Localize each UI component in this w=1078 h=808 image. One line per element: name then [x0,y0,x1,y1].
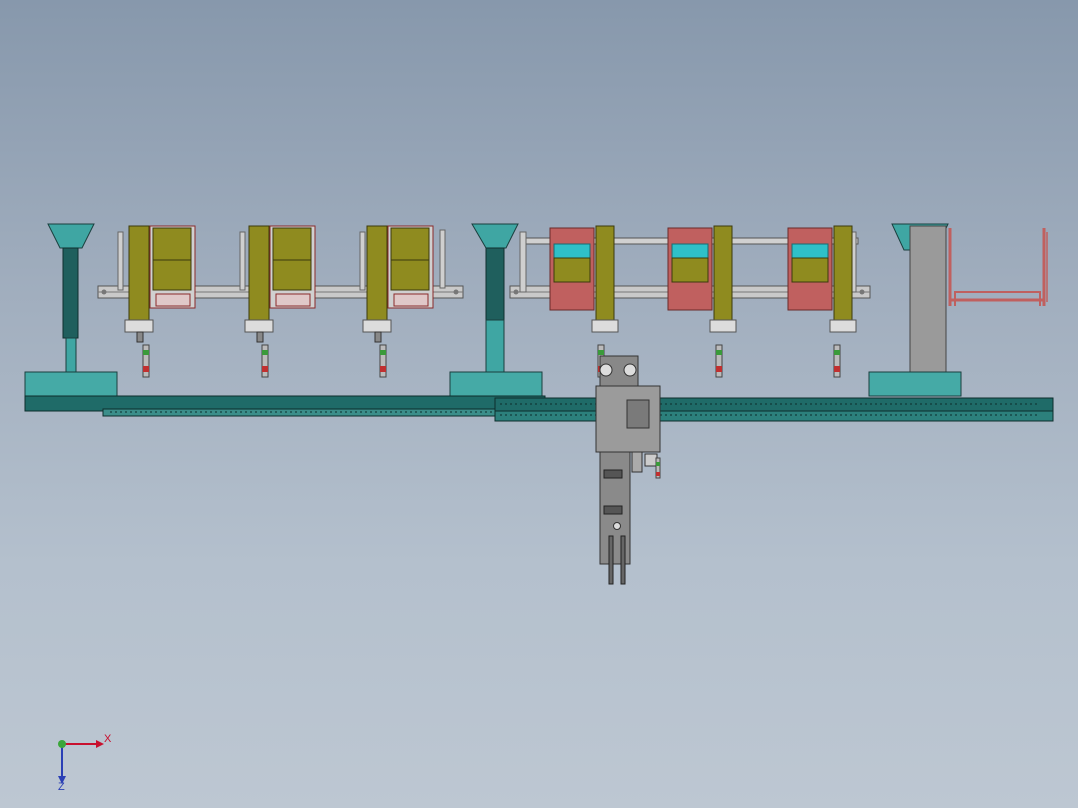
linear-rail-left [24,395,549,417]
linear-rail-right [494,397,1054,422]
z-axis-label: Z [58,781,65,793]
station-unit-6 [787,225,857,378]
coordinate-triad: X Z [58,733,112,793]
gantry-carriage [595,355,661,585]
x-axis-label: X [104,733,112,745]
cad-viewport[interactable]: X Z [0,0,1078,808]
pedestal-middle [449,223,543,397]
assembly-drawing: X Z [24,223,1054,793]
station-unit-4 [549,225,619,378]
station-unit-3 [362,225,434,378]
pedestal-left [24,223,118,397]
red-tray-frame [948,228,1048,306]
station-unit-1 [124,225,196,378]
station-unit-5 [667,225,737,378]
station-unit-2 [244,225,316,378]
pedestal-right [868,223,962,397]
